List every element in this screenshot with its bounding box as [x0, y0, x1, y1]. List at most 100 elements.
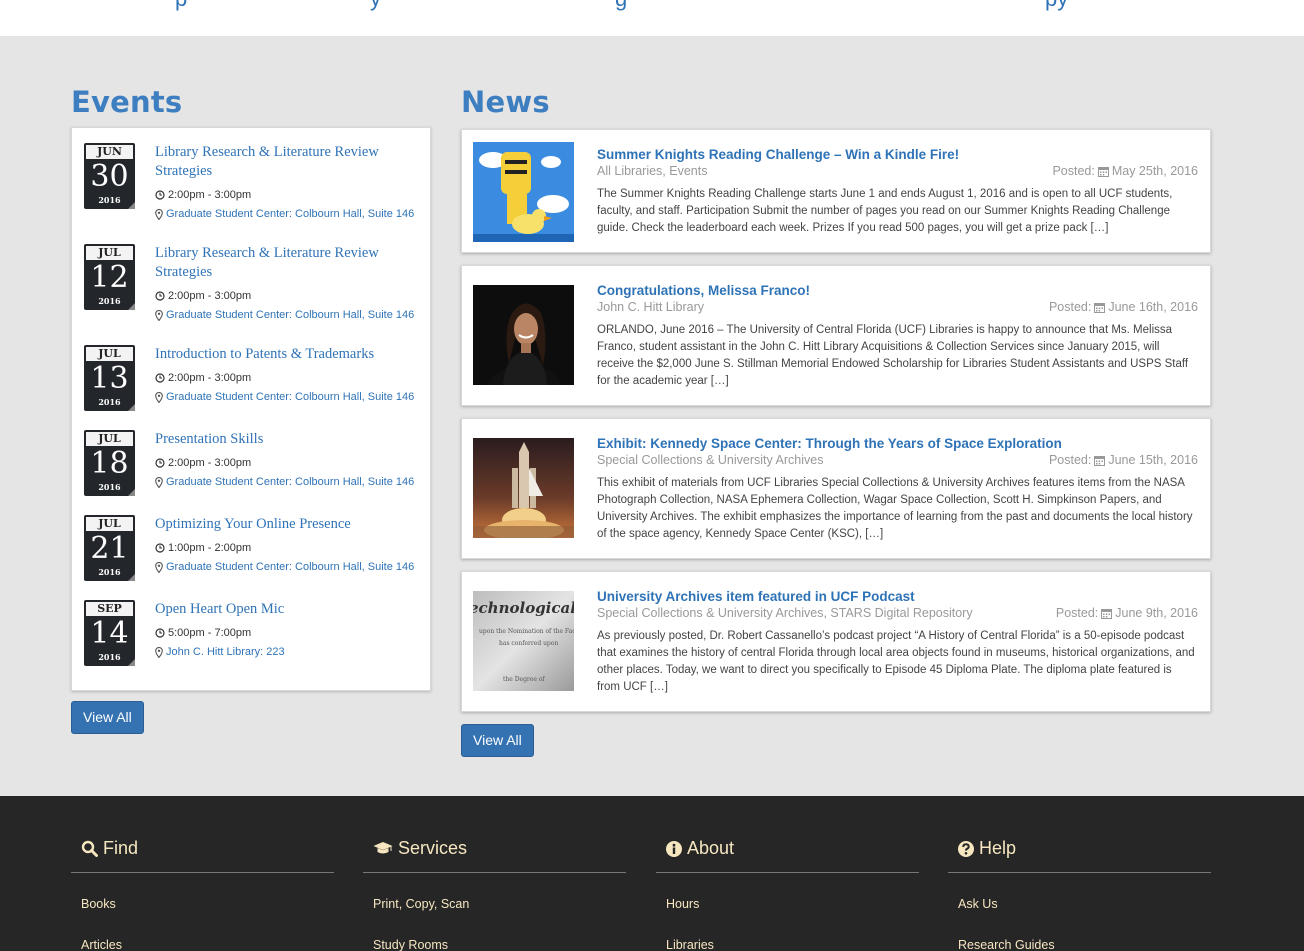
news-category[interactable]: Special Collections & University Archive…	[597, 453, 823, 467]
news-excerpt: The Summer Knights Reading Challenge sta…	[597, 188, 1173, 234]
footer-link[interactable]: Hours	[666, 897, 699, 911]
footer-link[interactable]: Ask Us	[958, 897, 998, 911]
event-month: JUL	[86, 246, 133, 260]
event-title-link[interactable]: Open Heart Open Mic	[155, 600, 420, 619]
news-title-link[interactable]: Exhibit: Kennedy Space Center: Through t…	[597, 436, 1062, 451]
posted-label: Posted:	[1048, 300, 1092, 314]
event-location[interactable]: Graduate Student Center: Colbourn Hall, …	[155, 309, 414, 321]
search-icon	[81, 840, 98, 857]
footer-link[interactable]: Books	[81, 897, 116, 911]
news-view-all-button[interactable]: View All	[461, 724, 534, 757]
event-location-link[interactable]: Graduate Student Center: Colbourn Hall, …	[166, 208, 414, 220]
calendar-icon	[1094, 455, 1106, 466]
calendar-icon	[1101, 608, 1113, 619]
event-time-text: 2:00pm - 3:00pm	[168, 457, 252, 469]
map-marker-icon	[155, 561, 163, 573]
calendar-date-badge: JUN 30 2016	[84, 143, 135, 209]
event-time-text: 2:00pm - 3:00pm	[168, 189, 252, 201]
footer-link[interactable]: Libraries	[666, 938, 714, 951]
event-location-link[interactable]: John C. Hitt Library: 223	[166, 646, 285, 658]
svg-text:the Degree of: the Degree of	[503, 676, 545, 683]
event-location-link[interactable]: Graduate Student Center: Colbourn Hall, …	[166, 309, 414, 321]
news-date: June 9th, 2016	[1115, 606, 1198, 620]
footer-heading: About	[666, 838, 734, 859]
footer-heading: Help	[958, 838, 1016, 859]
news-title-link[interactable]: Congratulations, Melissa Franco!	[597, 283, 810, 298]
news-category[interactable]: Special Collections & University Archive…	[597, 606, 973, 620]
events-view-all-button[interactable]: View All	[71, 701, 144, 734]
cut-off-nav-text: g	[615, 0, 627, 12]
news-category[interactable]: All Libraries, Events	[597, 164, 707, 178]
event-day: 21	[90, 531, 129, 566]
calendar-date-badge: JUL 12 2016	[84, 244, 135, 310]
footer-heading-text: Find	[103, 838, 139, 858]
event-title-link[interactable]: Introduction to Patents & Trademarks	[155, 345, 420, 364]
event-month: SEP	[86, 602, 133, 616]
footer-link[interactable]: Print, Copy, Scan	[373, 897, 469, 911]
event-title-link[interactable]: Library Research & Literature Review Str…	[155, 244, 420, 282]
event-time-text: 2:00pm - 3:00pm	[168, 290, 252, 302]
event-location[interactable]: Graduate Student Center: Colbourn Hall, …	[155, 476, 414, 488]
cut-off-nav-text: y	[370, 0, 381, 12]
event-month: JUL	[86, 517, 133, 531]
event-month: JUN	[86, 145, 133, 159]
clock-icon	[155, 373, 165, 383]
news-title-link[interactable]: University Archives item featured in UCF…	[597, 589, 915, 604]
news-item: Congratulations, Melissa Franco! John C.…	[461, 265, 1211, 406]
top-nav-strip: p y g py	[0, 0, 1304, 36]
clock-icon	[155, 291, 165, 301]
calendar-icon	[1094, 302, 1106, 313]
svg-text:echnological U: echnological U	[473, 599, 574, 617]
event-title-link[interactable]: Library Research & Literature Review Str…	[155, 143, 420, 181]
posted-label: Posted:	[1048, 453, 1092, 467]
event-location[interactable]: John C. Hitt Library: 223	[155, 646, 285, 658]
map-marker-icon	[155, 391, 163, 403]
event-day: 13	[90, 361, 129, 396]
event-location[interactable]: Graduate Student Center: Colbourn Hall, …	[155, 391, 414, 403]
event-time: 2:00pm - 3:00pm	[155, 189, 251, 201]
graduation-cap-icon	[373, 842, 393, 854]
news-item: echnological U upon the Nomination of th…	[461, 571, 1211, 712]
event-location[interactable]: Graduate Student Center: Colbourn Hall, …	[155, 208, 414, 220]
news-category[interactable]: John C. Hitt Library	[597, 300, 704, 314]
map-marker-icon	[155, 208, 163, 220]
footer-link[interactable]: Research Guides	[958, 938, 1055, 951]
info-circle-icon	[666, 840, 682, 857]
event-day: 14	[90, 616, 129, 651]
event-title-link[interactable]: Presentation Skills	[155, 430, 420, 449]
event-location-link[interactable]: Graduate Student Center: Colbourn Hall, …	[166, 391, 414, 403]
event-month: JUL	[86, 432, 133, 446]
news-date: June 15th, 2016	[1108, 453, 1198, 467]
event-day: 12	[90, 260, 129, 295]
calendar-date-badge: JUL 21 2016	[84, 515, 135, 581]
news-thumbnail-image[interactable]: echnological U upon the Nomination of th…	[473, 591, 574, 691]
posted-label: Posted:	[1052, 164, 1095, 178]
footer-heading-text: Help	[979, 838, 1017, 858]
calendar-date-badge: JUL 13 2016	[84, 345, 135, 411]
cut-off-nav-text: py	[1045, 0, 1068, 12]
event-time-text: 1:00pm - 2:00pm	[168, 542, 252, 554]
event-title-link[interactable]: Optimizing Your Online Presence	[155, 515, 420, 534]
news-thumbnail-image[interactable]	[473, 142, 574, 242]
news-title-link[interactable]: Summer Knights Reading Challenge – Win a…	[597, 147, 959, 162]
news-thumbnail-image[interactable]	[473, 285, 574, 385]
news-heading: News	[461, 85, 550, 119]
event-month: JUL	[86, 347, 133, 361]
footer-link[interactable]: Articles	[81, 938, 122, 951]
events-list: JUN 30 2016 Library Research & Literatur…	[71, 127, 431, 691]
event-location[interactable]: Graduate Student Center: Colbourn Hall, …	[155, 561, 414, 573]
news-excerpt: This exhibit of materials from UCF Libra…	[597, 477, 1193, 540]
event-day: 18	[90, 446, 129, 481]
event-time: 5:00pm - 7:00pm	[155, 627, 251, 639]
calendar-icon	[1097, 166, 1109, 177]
clock-icon	[155, 190, 165, 200]
event-location-link[interactable]: Graduate Student Center: Colbourn Hall, …	[166, 561, 414, 573]
footer-link[interactable]: Study Rooms	[373, 938, 448, 951]
news-excerpt: ORLANDO, June 2016 – The University of C…	[597, 324, 1189, 387]
news-posted-date: Posted: June 15th, 2016	[1049, 453, 1198, 467]
clock-icon	[155, 458, 165, 468]
event-location-link[interactable]: Graduate Student Center: Colbourn Hall, …	[166, 476, 414, 488]
news-thumbnail-image[interactable]	[473, 438, 574, 538]
event-time-text: 5:00pm - 7:00pm	[168, 627, 252, 639]
event-day: 30	[90, 159, 129, 194]
